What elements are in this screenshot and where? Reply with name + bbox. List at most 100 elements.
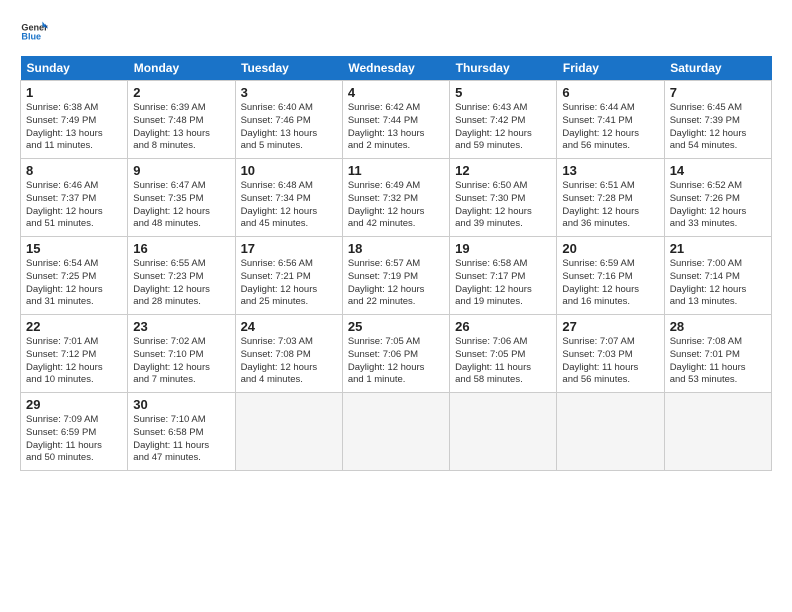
calendar-cell (557, 393, 664, 471)
calendar-week-3: 15Sunrise: 6:54 AM Sunset: 7:25 PM Dayli… (21, 237, 772, 315)
day-number: 15 (26, 241, 122, 256)
day-number: 1 (26, 85, 122, 100)
calendar-cell: 26 Sunrise: 7:06 AM Sunset: 7:05 PM Dayli… (450, 315, 557, 393)
day-info: Sunrise: 6:48 AM Sunset: 7:34 PM Dayligh… (241, 180, 337, 231)
day-number: 18 (348, 241, 444, 256)
day-number: 29 (26, 397, 122, 412)
calendar-cell: 2Sunrise: 6:39 AM Sunset: 7:48 PM Daylig… (128, 81, 235, 159)
calendar-cell: 15Sunrise: 6:54 AM Sunset: 7:25 PM Dayli… (21, 237, 128, 315)
col-wednesday: Wednesday (342, 56, 449, 81)
calendar-cell: 28 Sunrise: 7:08 AM Sunset: 7:01 PM Dayli… (664, 315, 771, 393)
day-number: 10 (241, 163, 337, 178)
day-number: 16 (133, 241, 229, 256)
day-info: Sunrise: 6:56 AM Sunset: 7:21 PM Dayligh… (241, 258, 337, 309)
day-number: 30 (133, 397, 229, 412)
calendar-cell: 24 Sunrise: 7:03 AM Sunset: 7:08 PM Dayli… (235, 315, 342, 393)
day-info: Sunrise: 7:00 AM Sunset: 7:14 PM Dayligh… (670, 258, 766, 309)
calendar-cell: 7 Sunrise: 6:45 AM Sunset: 7:39 PM Daylig… (664, 81, 771, 159)
calendar-cell: 21 Sunrise: 7:00 AM Sunset: 7:14 PM Dayli… (664, 237, 771, 315)
day-info: Sunrise: 7:07 AM Sunset: 7:03 PM Dayligh… (562, 336, 658, 387)
calendar-cell: 12Sunrise: 6:50 AM Sunset: 7:30 PM Dayli… (450, 159, 557, 237)
day-info: Sunrise: 7:02 AM Sunset: 7:10 PM Dayligh… (133, 336, 229, 387)
calendar-cell: 4 Sunrise: 6:42 AM Sunset: 7:44 PM Daylig… (342, 81, 449, 159)
day-number: 20 (562, 241, 658, 256)
calendar-cell: 27 Sunrise: 7:07 AM Sunset: 7:03 PM Dayli… (557, 315, 664, 393)
day-info: Sunrise: 6:42 AM Sunset: 7:44 PM Dayligh… (348, 102, 444, 153)
day-info: Sunrise: 7:08 AM Sunset: 7:01 PM Dayligh… (670, 336, 766, 387)
calendar-cell: 18 Sunrise: 6:57 AM Sunset: 7:19 PM Dayli… (342, 237, 449, 315)
calendar-cell: 13 Sunrise: 6:51 AM Sunset: 7:28 PM Dayli… (557, 159, 664, 237)
day-info: Sunrise: 6:58 AM Sunset: 7:17 PM Dayligh… (455, 258, 551, 309)
calendar-cell: 25 Sunrise: 7:05 AM Sunset: 7:06 PM Dayli… (342, 315, 449, 393)
day-info: Sunrise: 6:51 AM Sunset: 7:28 PM Dayligh… (562, 180, 658, 231)
day-info: Sunrise: 6:40 AM Sunset: 7:46 PM Dayligh… (241, 102, 337, 153)
calendar-cell: 3 Sunrise: 6:40 AM Sunset: 7:46 PM Daylig… (235, 81, 342, 159)
day-info: Sunrise: 7:10 AM Sunset: 6:58 PM Dayligh… (133, 414, 229, 465)
calendar-cell: 6Sunrise: 6:44 AM Sunset: 7:41 PM Daylig… (557, 81, 664, 159)
calendar-cell: 30 Sunrise: 7:10 AM Sunset: 6:58 PM Dayli… (128, 393, 235, 471)
svg-text:Blue: Blue (21, 32, 41, 42)
day-info: Sunrise: 6:45 AM Sunset: 7:39 PM Dayligh… (670, 102, 766, 153)
day-number: 28 (670, 319, 766, 334)
calendar-cell: 17 Sunrise: 6:56 AM Sunset: 7:21 PM Dayli… (235, 237, 342, 315)
day-number: 19 (455, 241, 551, 256)
day-info: Sunrise: 6:46 AM Sunset: 7:37 PM Dayligh… (26, 180, 122, 231)
calendar-week-2: 8 Sunrise: 6:46 AM Sunset: 7:37 PM Daylig… (21, 159, 772, 237)
calendar-cell: 8 Sunrise: 6:46 AM Sunset: 7:37 PM Daylig… (21, 159, 128, 237)
day-number: 8 (26, 163, 122, 178)
col-friday: Friday (557, 56, 664, 81)
col-sunday: Sunday (21, 56, 128, 81)
calendar-cell: 5Sunrise: 6:43 AM Sunset: 7:42 PM Daylig… (450, 81, 557, 159)
day-info: Sunrise: 6:55 AM Sunset: 7:23 PM Dayligh… (133, 258, 229, 309)
day-number: 21 (670, 241, 766, 256)
day-info: Sunrise: 6:47 AM Sunset: 7:35 PM Dayligh… (133, 180, 229, 231)
day-number: 14 (670, 163, 766, 178)
page-header: General Blue (20, 18, 772, 46)
day-number: 7 (670, 85, 766, 100)
day-number: 17 (241, 241, 337, 256)
calendar-cell: 23 Sunrise: 7:02 AM Sunset: 7:10 PM Dayli… (128, 315, 235, 393)
day-number: 13 (562, 163, 658, 178)
calendar-cell: 19 Sunrise: 6:58 AM Sunset: 7:17 PM Dayli… (450, 237, 557, 315)
day-info: Sunrise: 7:05 AM Sunset: 7:06 PM Dayligh… (348, 336, 444, 387)
day-info: Sunrise: 6:57 AM Sunset: 7:19 PM Dayligh… (348, 258, 444, 309)
calendar-cell (450, 393, 557, 471)
day-info: Sunrise: 6:39 AM Sunset: 7:48 PM Dayligh… (133, 102, 229, 153)
calendar-cell: 10 Sunrise: 6:48 AM Sunset: 7:34 PM Dayli… (235, 159, 342, 237)
day-number: 23 (133, 319, 229, 334)
col-saturday: Saturday (664, 56, 771, 81)
logo: General Blue (20, 18, 48, 46)
calendar-cell: 14 Sunrise: 6:52 AM Sunset: 7:26 PM Dayli… (664, 159, 771, 237)
calendar-cell (664, 393, 771, 471)
day-info: Sunrise: 7:03 AM Sunset: 7:08 PM Dayligh… (241, 336, 337, 387)
day-headers-row: Sunday Monday Tuesday Wednesday Thursday… (21, 56, 772, 81)
col-tuesday: Tuesday (235, 56, 342, 81)
logo-icon: General Blue (20, 18, 48, 46)
calendar-week-4: 22 Sunrise: 7:01 AM Sunset: 7:12 PM Dayli… (21, 315, 772, 393)
calendar-table: Sunday Monday Tuesday Wednesday Thursday… (20, 56, 772, 471)
calendar-cell: 16 Sunrise: 6:55 AM Sunset: 7:23 PM Dayli… (128, 237, 235, 315)
calendar-week-1: 1 Sunrise: 6:38 AM Sunset: 7:49 PM Daylig… (21, 81, 772, 159)
day-info: Sunrise: 7:06 AM Sunset: 7:05 PM Dayligh… (455, 336, 551, 387)
day-number: 11 (348, 163, 444, 178)
calendar-cell: 22 Sunrise: 7:01 AM Sunset: 7:12 PM Dayli… (21, 315, 128, 393)
calendar-cell: 1 Sunrise: 6:38 AM Sunset: 7:49 PM Daylig… (21, 81, 128, 159)
day-info: Sunrise: 6:52 AM Sunset: 7:26 PM Dayligh… (670, 180, 766, 231)
day-number: 24 (241, 319, 337, 334)
day-info: Sunrise: 6:38 AM Sunset: 7:49 PM Dayligh… (26, 102, 122, 153)
calendar-cell: 20Sunrise: 6:59 AM Sunset: 7:16 PM Dayli… (557, 237, 664, 315)
calendar-week-5: 29Sunrise: 7:09 AM Sunset: 6:59 PM Dayli… (21, 393, 772, 471)
day-number: 4 (348, 85, 444, 100)
day-number: 9 (133, 163, 229, 178)
day-info: Sunrise: 6:43 AM Sunset: 7:42 PM Dayligh… (455, 102, 551, 153)
day-info: Sunrise: 7:01 AM Sunset: 7:12 PM Dayligh… (26, 336, 122, 387)
day-number: 22 (26, 319, 122, 334)
calendar-cell: 11Sunrise: 6:49 AM Sunset: 7:32 PM Dayli… (342, 159, 449, 237)
calendar-cell (235, 393, 342, 471)
day-number: 27 (562, 319, 658, 334)
day-number: 25 (348, 319, 444, 334)
col-monday: Monday (128, 56, 235, 81)
day-number: 3 (241, 85, 337, 100)
calendar-cell: 9 Sunrise: 6:47 AM Sunset: 7:35 PM Daylig… (128, 159, 235, 237)
day-number: 26 (455, 319, 551, 334)
